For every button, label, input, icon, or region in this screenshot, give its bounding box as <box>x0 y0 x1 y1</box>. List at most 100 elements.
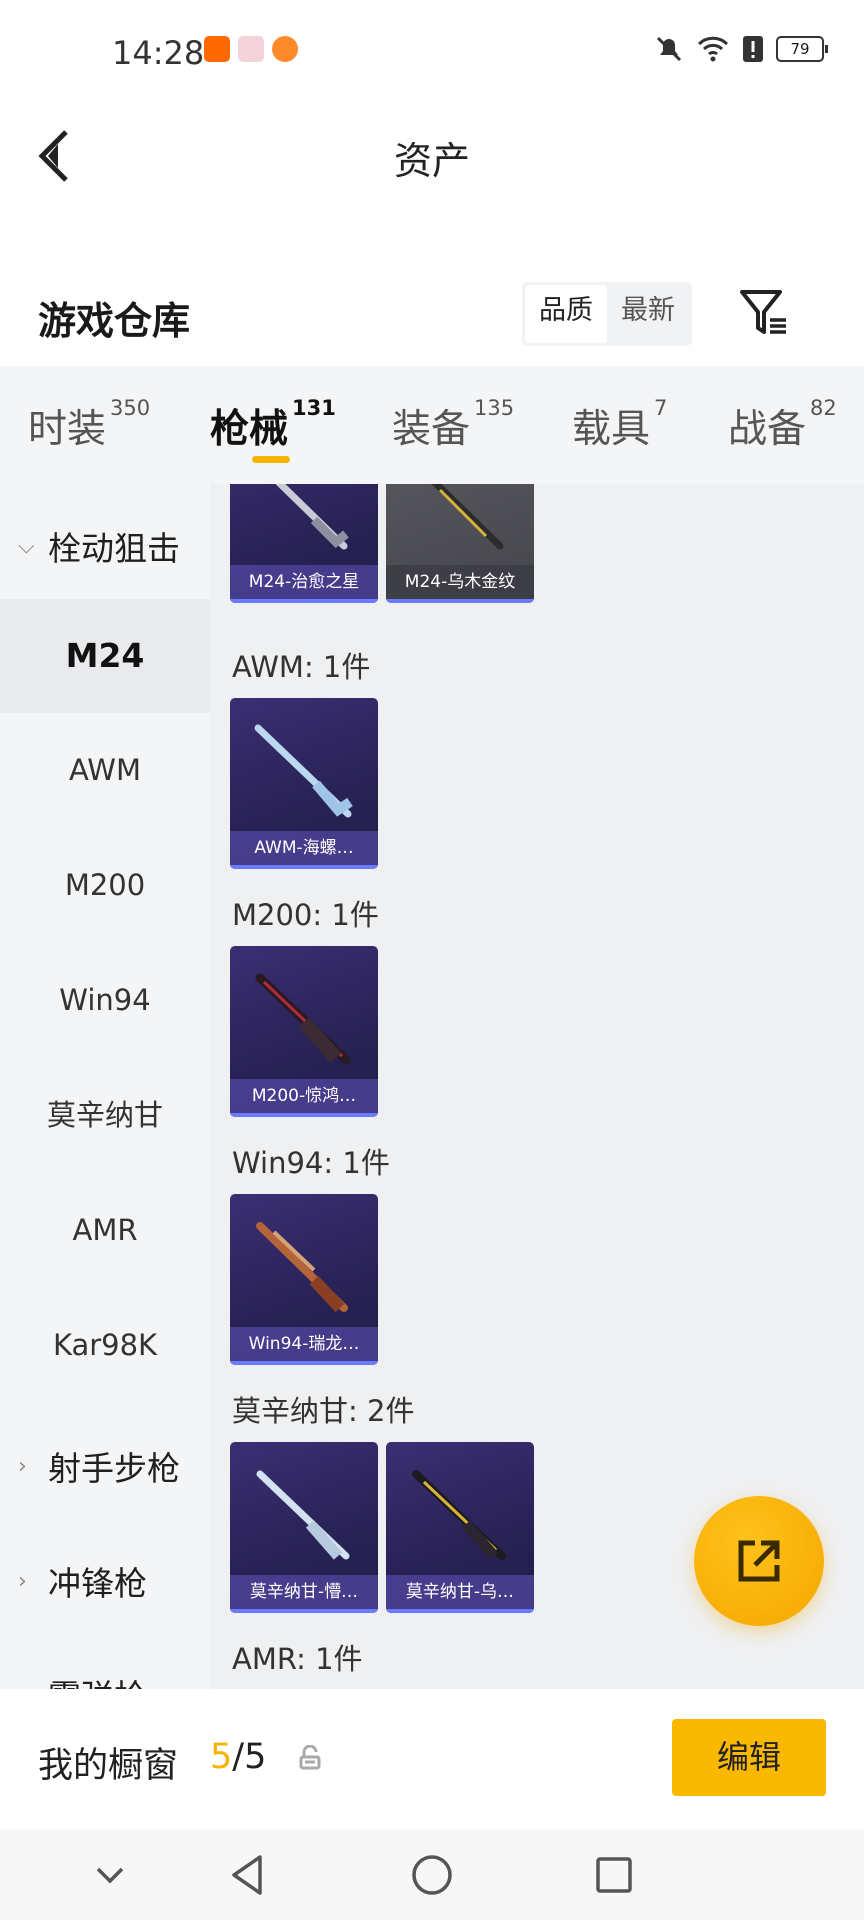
status-bar: 14:28 79 <box>0 0 864 100</box>
recents-nav-icon[interactable] <box>594 1855 634 1895</box>
wifi-icon <box>697 36 729 62</box>
sidebar-category-label: 冲锋枪 <box>48 1564 147 1603</box>
showcase-count-total: /5 <box>232 1737 267 1777</box>
showcase-bar: 我的橱窗 5/5 编辑 <box>0 1689 864 1829</box>
rarity-bar <box>230 1609 378 1613</box>
item-card[interactable]: M24-治愈之星 <box>230 484 378 603</box>
back-nav-icon[interactable] <box>226 1851 268 1899</box>
item-card[interactable]: Win94-瑞龙… <box>230 1194 378 1365</box>
sidebar: ⌵ 栓动狙击 M24 AWM M200 Win94 莫辛纳甘 AMR Kar98… <box>0 484 210 1689</box>
nav-header: 资产 <box>0 100 864 210</box>
active-tab-indicator <box>252 456 290 463</box>
chevron-right-icon: › <box>18 1568 27 1594</box>
sidebar-category-smg[interactable]: › 冲锋枪 <box>18 1557 147 1605</box>
rifle-icon <box>256 1222 348 1313</box>
store-app-icon <box>238 36 264 62</box>
tab-count: 350 <box>110 396 151 420</box>
sidebar-category-label: 霰弹枪 <box>48 1670 147 1689</box>
taobao-app-icon <box>204 36 230 62</box>
share-icon <box>738 1540 780 1582</box>
tab-label: 战备 <box>728 407 807 452</box>
showcase-count: 5/5 <box>210 1737 266 1777</box>
showcase-count-current: 5 <box>210 1737 233 1777</box>
tab-count: 82 <box>810 396 837 420</box>
sidebar-item-m200[interactable]: M200 <box>0 828 210 942</box>
rarity-bar <box>386 1609 534 1613</box>
tab-count: 135 <box>474 396 515 420</box>
system-nav-bar <box>0 1829 864 1920</box>
sniper-rifle-icon <box>275 484 349 550</box>
item-name: 莫辛纳甘-乌… <box>386 1575 534 1609</box>
page-title: 资产 <box>393 139 470 183</box>
filter-icon <box>740 290 786 334</box>
system-status-icons: 79 <box>654 34 828 64</box>
sort-newest[interactable]: 最新 <box>607 285 689 343</box>
group-label: AMR: 1件 <box>232 1642 363 1676</box>
mute-icon <box>656 36 682 62</box>
sidebar-category-dmr[interactable]: › 射手步枪 <box>18 1442 180 1490</box>
rifle-icon <box>256 1470 350 1560</box>
item-name: 莫辛纳甘-懵… <box>230 1575 378 1609</box>
rarity-bar <box>230 1361 378 1365</box>
tab-supplies[interactable]: 战备 82 <box>728 396 837 454</box>
item-card[interactable]: 莫辛纳甘-乌… <box>386 1442 534 1613</box>
rarity-bar <box>230 1113 378 1117</box>
sidebar-item-amr[interactable]: AMR <box>0 1173 210 1287</box>
sidebar-category-label: 栓动狙击 <box>48 529 180 568</box>
item-name: M24-治愈之星 <box>230 565 378 599</box>
section-header: 游戏仓库 品质 最新 <box>0 270 864 360</box>
home-nav-icon[interactable] <box>410 1853 454 1897</box>
item-name: M200-惊鸿… <box>230 1079 378 1113</box>
game-app-icon <box>272 36 298 62</box>
rifle-icon <box>412 1470 506 1560</box>
chevron-right-icon: › <box>18 1453 27 1479</box>
tab-count: 131 <box>292 396 336 420</box>
showcase-label: 我的橱窗 <box>38 1746 179 1786</box>
sniper-rifle-icon <box>255 973 351 1065</box>
tab-fashion[interactable]: 时装 350 <box>28 396 151 454</box>
category-tabs: 时装 350 枪械 131 装备 135 载具 7 战备 82 <box>0 366 864 484</box>
item-card[interactable]: M24-乌木金纹 <box>386 484 534 603</box>
sidebar-item-win94[interactable]: Win94 <box>0 943 210 1057</box>
item-card[interactable]: M200-惊鸿… <box>230 946 378 1117</box>
alert-icon <box>743 36 763 62</box>
tab-label: 枪械 <box>210 407 289 452</box>
sort-quality[interactable]: 品质 <box>525 285 607 343</box>
notification-icons <box>204 36 298 62</box>
group-label: Win94: 1件 <box>232 1146 390 1180</box>
tab-weapons[interactable]: 枪械 131 <box>210 396 336 454</box>
tab-equipment[interactable]: 装备 135 <box>392 396 515 454</box>
rarity-bar <box>386 599 534 603</box>
sidebar-item-awm[interactable]: AWM <box>0 713 210 827</box>
sniper-rifle-icon <box>254 724 353 818</box>
sidebar-item-mosin[interactable]: 莫辛纳甘 <box>0 1058 210 1172</box>
group-label: M200: 1件 <box>232 898 379 932</box>
rarity-bar <box>230 865 378 869</box>
tab-label: 装备 <box>392 407 471 452</box>
item-card[interactable]: 莫辛纳甘-懵… <box>230 1442 378 1613</box>
sidebar-item-m24[interactable]: M24 <box>0 599 210 713</box>
sniper-rifle-icon <box>431 484 504 550</box>
group-label: AWM: 1件 <box>232 650 371 684</box>
battery-indicator: 79 <box>776 36 828 62</box>
item-card[interactable]: AWM-海螺… <box>230 698 378 869</box>
share-fab[interactable] <box>694 1496 824 1626</box>
tab-count: 7 <box>654 396 668 420</box>
edit-button[interactable]: 编辑 <box>672 1719 826 1796</box>
rarity-bar <box>230 599 378 603</box>
chevron-down-icon[interactable] <box>92 1857 128 1893</box>
sidebar-item-kar98k[interactable]: Kar98K <box>0 1288 210 1402</box>
tab-label: 时装 <box>28 407 107 452</box>
chevron-right-icon: › <box>18 1682 48 1690</box>
status-time: 14:28 <box>112 34 205 72</box>
lock-icon <box>299 1745 321 1770</box>
item-name: Win94-瑞龙… <box>230 1327 378 1361</box>
sidebar-category-shotgun[interactable]: › 霰弹枪 <box>18 1670 147 1689</box>
chevron-down-icon: ⌵ <box>18 533 35 559</box>
group-label: 莫辛纳甘: 2件 <box>232 1394 415 1428</box>
sort-toggle: 品质 最新 <box>522 282 692 346</box>
filter-button[interactable] <box>736 284 792 340</box>
sidebar-category-label: 射手步枪 <box>48 1449 180 1488</box>
sidebar-category-bolt-action[interactable]: ⌵ 栓动狙击 <box>18 522 180 570</box>
tab-vehicles[interactable]: 载具 7 <box>572 396 668 454</box>
